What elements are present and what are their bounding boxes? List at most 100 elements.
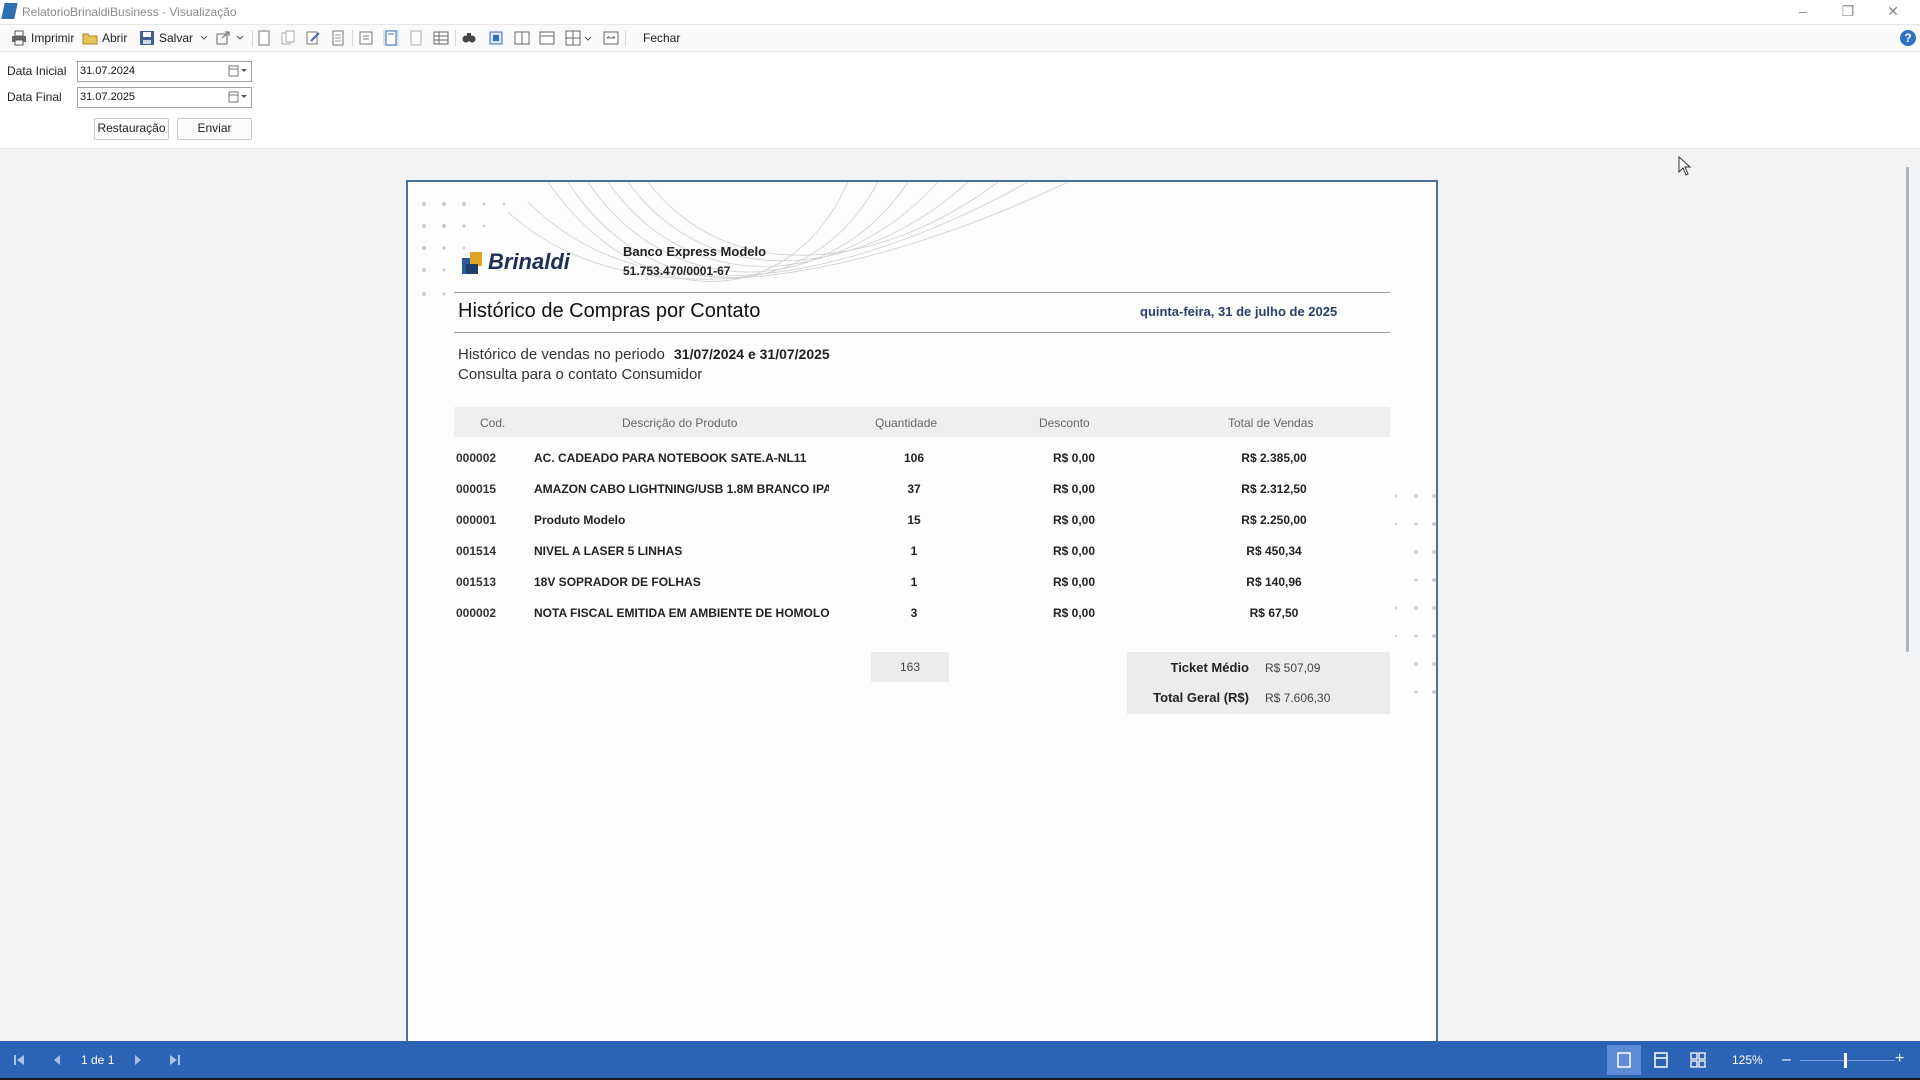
- cell-quantity: 15: [907, 513, 921, 527]
- grand-total-label: Total Geral (R$): [1153, 690, 1249, 705]
- pages-icon[interactable]: [408, 30, 424, 46]
- totals-box: Ticket Médio R$ 507,09 Total Geral (R$) …: [1127, 652, 1390, 714]
- close-window-button[interactable]: ✕: [1878, 2, 1908, 22]
- cell-quantity: 3: [910, 606, 918, 620]
- cell-discount: R$ 0,00: [1052, 544, 1096, 558]
- cell-description: NIVEL A LASER 5 LINHAS: [534, 544, 683, 558]
- column-total: Total de Vendas: [1228, 416, 1314, 430]
- report-date: quinta-feira, 31 de julho de 2025: [1140, 304, 1338, 319]
- cell-total: R$ 2.250,00: [1241, 513, 1307, 527]
- send-button[interactable]: Enviar: [177, 118, 252, 140]
- start-date-field[interactable]: [77, 61, 252, 82]
- brinaldi-logo-text: Brinaldi: [488, 249, 570, 274]
- column-discount: Desconto: [1039, 416, 1090, 430]
- zoom-in-button[interactable]: +: [1895, 1050, 1904, 1068]
- grand-total-value: R$ 7.606,30: [1265, 691, 1331, 705]
- help-icon[interactable]: ?: [1900, 30, 1916, 46]
- new-page-icon[interactable]: [256, 30, 272, 46]
- previous-page-icon[interactable]: [50, 1053, 64, 1067]
- status-bar: 1 de 1 125% – +: [0, 1041, 1920, 1080]
- toolbar-separator: [352, 30, 353, 46]
- cell-discount: R$ 0,00: [1052, 575, 1096, 589]
- fit-page-icon[interactable]: [603, 30, 619, 46]
- page-setup-icon[interactable]: [383, 30, 399, 46]
- period-value: 31/07/2024 e 31/07/2025: [674, 346, 830, 362]
- cell-discount: R$ 0,00: [1052, 606, 1096, 620]
- reset-button[interactable]: Restauração: [94, 118, 169, 140]
- parameters-panel: Data Inicial Data Final: [0, 52, 1920, 149]
- company-name: Banco Express Modelo: [623, 244, 767, 259]
- chevron-down-icon[interactable]: [583, 30, 593, 46]
- print-button[interactable]: Imprimir: [11, 28, 74, 48]
- indent-icon[interactable]: [358, 30, 374, 46]
- toolbar: Imprimir Abrir Salvar Fechar ?: [0, 25, 1920, 52]
- contact-line: Consulta para o contato Consumidor: [458, 366, 703, 383]
- table-row: 001514 NIVEL A LASER 5 LINHAS 1 R$ 0,00 …: [454, 539, 1390, 563]
- toolbar-separator: [252, 30, 253, 46]
- ticket-value: R$ 507,09: [1265, 661, 1321, 675]
- grid-view-icon[interactable]: [565, 30, 581, 46]
- open-label: Abrir: [102, 31, 128, 45]
- multi-page-view-button[interactable]: [1681, 1045, 1715, 1075]
- zoom-out-button[interactable]: –: [1782, 1051, 1791, 1069]
- page-icon[interactable]: [330, 30, 346, 46]
- ticket-label: Ticket Médio: [1170, 660, 1249, 675]
- export-icon: [216, 31, 230, 45]
- decorative-dots: [1394, 494, 1436, 694]
- cell-discount: R$ 0,00: [1052, 513, 1096, 527]
- copy-icon[interactable]: [280, 30, 296, 46]
- first-page-icon[interactable]: [12, 1053, 26, 1067]
- cell-discount: R$ 0,00: [1052, 482, 1096, 496]
- save-button[interactable]: Salvar: [139, 28, 213, 48]
- continuous-page-icon: [1654, 1052, 1668, 1068]
- single-page-view-button[interactable]: [1607, 1045, 1641, 1075]
- report-title: Histórico de Compras por Contato: [458, 300, 761, 322]
- zoom-slider-track[interactable]: [1800, 1060, 1895, 1061]
- last-page-icon[interactable]: [168, 1053, 182, 1067]
- multi-page-icon: [1690, 1052, 1706, 1068]
- cell-quantity: 1: [910, 575, 918, 589]
- close-report-button[interactable]: Fechar: [643, 28, 680, 48]
- calendar-dropdown-icon[interactable]: [227, 64, 249, 78]
- zoom-slider-thumb[interactable]: [1844, 1053, 1847, 1068]
- end-date-input[interactable]: [80, 89, 210, 104]
- two-pages-icon[interactable]: [514, 30, 530, 46]
- column-quantity: Quantidade: [875, 416, 938, 430]
- floppy-icon: [140, 31, 154, 45]
- open-button[interactable]: Abrir: [82, 28, 127, 48]
- zoom-level: 125%: [1732, 1053, 1763, 1067]
- end-date-label: Data Final: [7, 90, 62, 104]
- cell-description: NOTA FISCAL EMITIDA EM AMBIENTE DE HOMOL…: [534, 606, 829, 620]
- table-row: 000002 AC. CADEADO PARA NOTEBOOK SATE.A-…: [454, 446, 1390, 470]
- find-icon[interactable]: [461, 30, 477, 46]
- column-code: Cod.: [480, 416, 506, 430]
- brinaldi-logo-icon: [462, 252, 482, 274]
- cell-code: 001514: [456, 544, 497, 558]
- edit-icon[interactable]: [305, 30, 321, 46]
- restore-button[interactable]: ❐: [1833, 2, 1863, 22]
- print-label: Imprimir: [31, 31, 75, 45]
- cell-code: 000015: [456, 482, 497, 496]
- table-icon[interactable]: [433, 30, 449, 46]
- toolbar-separator: [625, 30, 626, 46]
- printer-icon: [12, 30, 26, 46]
- cell-total: R$ 140,96: [1246, 575, 1302, 589]
- continuous-view-button[interactable]: [1644, 1045, 1678, 1075]
- cell-quantity: 106: [903, 451, 925, 465]
- export-button[interactable]: [215, 28, 249, 48]
- end-date-field[interactable]: [77, 87, 252, 108]
- cell-total: R$ 450,34: [1246, 544, 1302, 558]
- calendar-dropdown-icon[interactable]: [227, 90, 249, 104]
- cell-description: Produto Modelo: [534, 513, 626, 527]
- start-date-input[interactable]: [80, 63, 210, 78]
- single-page-icon[interactable]: [488, 30, 504, 46]
- column-description: Descrição do Produto: [622, 416, 738, 430]
- window-title: RelatorioBrinaldiBusiness - Visualização: [22, 5, 237, 19]
- title-bar: RelatorioBrinaldiBusiness - Visualização…: [0, 0, 1920, 25]
- cell-quantity: 37: [907, 482, 921, 496]
- minimize-button[interactable]: –: [1788, 2, 1818, 22]
- continuous-icon[interactable]: [539, 30, 555, 46]
- app-logo-icon: [1, 3, 18, 19]
- next-page-icon[interactable]: [131, 1053, 145, 1067]
- vertical-scrollbar[interactable]: [1906, 167, 1909, 652]
